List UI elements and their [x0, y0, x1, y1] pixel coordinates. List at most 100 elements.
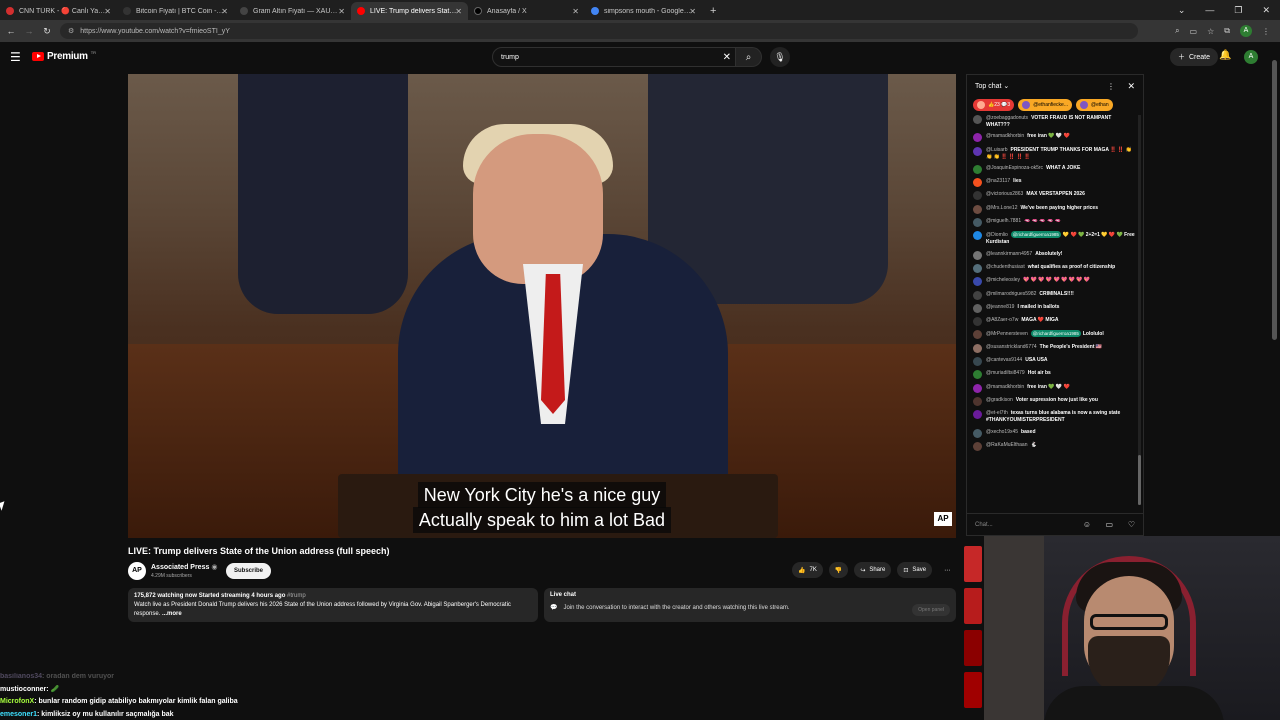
chat-avatar[interactable]: [973, 317, 982, 327]
chat-message[interactable]: @miguelh.7881 🫦 🫦 🫦 🫦 🫦: [973, 218, 1135, 228]
chat-avatar[interactable]: [973, 330, 982, 340]
chat-avatar[interactable]: [973, 357, 982, 367]
chat-message[interactable]: @A8Zaer-o7w MAGA ❤️ MIGA: [973, 317, 1135, 327]
chat-author[interactable]: @Mrs.Lone12: [986, 205, 1017, 211]
chat-author[interactable]: @et-el7th: [986, 410, 1008, 416]
chat-message[interactable]: @mamadkhorbin free iran 💚 🤍 ❤️: [973, 133, 1135, 143]
chat-author[interactable]: @milmarodrigues5982: [986, 291, 1036, 297]
voice-search-button[interactable]: 🎙: [770, 47, 790, 67]
reload-icon[interactable]: ↻: [38, 26, 56, 37]
chat-avatar[interactable]: [973, 383, 982, 393]
chat-message[interactable]: @mamadkhorbin free iran 💚 🤍 ❤️: [973, 383, 1135, 393]
video-thumbnail[interactable]: [964, 630, 982, 666]
video-thumbnail[interactable]: [964, 588, 982, 624]
chat-avatar[interactable]: [973, 133, 982, 143]
chat-message[interactable]: @na23117 lies: [973, 178, 1135, 188]
chat-author[interactable]: @RaKaMuElthaan: [986, 442, 1028, 448]
browser-tab[interactable]: Bitcoin Fiyatı | BTC Coin - Investing✕: [117, 2, 234, 20]
show-more-link[interactable]: ...more: [162, 611, 182, 617]
ticker-item[interactable]: @ethan: [1076, 99, 1113, 111]
chat-scrollbar[interactable]: [1138, 115, 1141, 505]
chat-scroll-thumb[interactable]: [1138, 455, 1141, 505]
zoom-icon[interactable]: ⌕: [1175, 26, 1179, 36]
bookmark-star-icon[interactable]: ☆: [1207, 27, 1214, 36]
channel-name[interactable]: Associated Press ◉: [151, 563, 217, 571]
chat-avatar[interactable]: [973, 303, 982, 313]
page-scrollbar[interactable]: [1272, 60, 1277, 340]
address-bar[interactable]: ⚙ https://www.youtube.com/watch?v=fmieoS…: [60, 23, 1138, 39]
subscribe-button[interactable]: Subscribe: [226, 563, 272, 579]
cast-icon[interactable]: ▭: [1190, 27, 1198, 36]
chat-author[interactable]: @JoaquinEspinoza-ok5rc: [986, 165, 1043, 171]
browser-tab[interactable]: CNN TÜRK - 🔴 Canlı Yayın ✕: [0, 2, 117, 20]
tab-close-icon[interactable]: ✕: [338, 7, 345, 16]
chat-avatar[interactable]: [973, 396, 982, 406]
chat-message[interactable]: @Diomlio @richardfiguerroa1985 💛 ❤️ 💚 2+2=…: [973, 231, 1135, 246]
chat-avatar[interactable]: [973, 218, 982, 228]
emoji-icon[interactable]: ☺: [1083, 520, 1091, 529]
open-panel-button[interactable]: Open panel: [912, 604, 950, 616]
youtube-premium-logo[interactable]: Premium TR: [32, 50, 96, 62]
ticker-item[interactable]: 👍23 💬3: [973, 99, 1015, 111]
account-avatar[interactable]: A: [1244, 50, 1258, 64]
channel-avatar[interactable]: AP: [128, 562, 146, 580]
chat-message[interactable]: @chudenthusiast what qualifies as proof o…: [973, 263, 1135, 273]
chat-author[interactable]: @chudenthusiast: [986, 264, 1025, 270]
ticker-item[interactable]: @ethanfiecke...: [1018, 99, 1073, 111]
video-thumbnail[interactable]: [964, 546, 982, 582]
chat-author[interactable]: @Luisarb: [986, 147, 1007, 153]
chat-author[interactable]: @zoebaggadonuts: [986, 115, 1028, 121]
chat-avatar[interactable]: [973, 263, 982, 273]
chat-avatar[interactable]: [973, 343, 982, 353]
chat-author[interactable]: @leannkirmann4957: [986, 251, 1032, 257]
chat-avatar[interactable]: [973, 428, 982, 438]
chat-message[interactable]: @micheleosley 💖 💖 💖 💖 💖 💖 💖 💖 💖: [973, 277, 1135, 287]
chat-message[interactable]: @MrPennersteven @richardfiguerroa1985 Lolo…: [973, 330, 1135, 340]
chat-avatar[interactable]: [973, 277, 982, 287]
chat-message[interactable]: @milmarodrigues5982 CRIMINALS!!!!: [973, 290, 1135, 300]
chat-avatar[interactable]: [973, 441, 982, 451]
tab-close-icon[interactable]: ✕: [572, 7, 579, 16]
close-window-icon[interactable]: ✕: [1262, 5, 1270, 16]
chat-message[interactable]: @muriadiltsi8479 Hot air bs: [973, 370, 1135, 380]
chat-avatar[interactable]: [973, 250, 982, 260]
chat-message[interactable]: @victorious2863 MAX VERSTAPPEN 2026: [973, 191, 1135, 201]
tab-close-icon[interactable]: ✕: [689, 7, 696, 16]
chat-author[interactable]: @micheleosley: [986, 277, 1020, 283]
maximize-icon[interactable]: ❐: [1234, 5, 1242, 16]
chat-message[interactable]: @et-el7th texas turns blue alabama is now…: [973, 410, 1135, 424]
chat-message[interactable]: @Luisarb PRESIDENT TRUMP THANKS FOR MAGA …: [973, 146, 1135, 161]
chat-message[interactable]: @Mrs.Lone12 We've been paying higher pric…: [973, 204, 1135, 214]
chat-message[interactable]: @gradkison Voter supression how just like…: [973, 396, 1135, 406]
chat-author[interactable]: @susanstrickland6774: [986, 344, 1037, 350]
chat-author[interactable]: @victorious2863: [986, 191, 1023, 197]
chat-input[interactable]: Chat... ☺ ▭ ♡: [967, 513, 1143, 535]
menu-icon[interactable]: ☰: [10, 50, 21, 64]
tab-close-icon[interactable]: ✕: [455, 7, 462, 16]
chat-author[interactable]: @mamadkhorbin: [986, 133, 1024, 139]
chat-author[interactable]: @A8Zaer-o7w: [986, 317, 1018, 323]
share-button[interactable]: ↪ Share: [854, 562, 892, 578]
chat-author[interactable]: @gradkison: [986, 397, 1013, 403]
site-info-icon[interactable]: ⚙: [68, 27, 74, 35]
browser-tab[interactable]: Anasayfa / X ✕: [468, 2, 585, 20]
chat-message[interactable]: @cantevas9144 USA USA: [973, 357, 1135, 367]
chat-author[interactable]: @muriadiltsi8479: [986, 370, 1025, 376]
chat-avatar[interactable]: [973, 410, 982, 420]
video-player[interactable]: New York City he's a nice guy Actually s…: [128, 74, 956, 538]
chat-avatar[interactable]: [973, 290, 982, 300]
browser-tab[interactable]: simpsons mouth - Google Search✕: [585, 2, 702, 20]
chat-message[interactable]: @xecho19x45 based: [973, 428, 1135, 438]
chat-author[interactable]: @xecho19x45: [986, 429, 1018, 435]
tab-close-icon[interactable]: ✕: [104, 7, 111, 16]
create-button[interactable]: ＋ Create: [1170, 48, 1219, 66]
browser-profile-avatar[interactable]: A: [1240, 25, 1252, 37]
chat-author[interactable]: @miguelh.7881: [986, 218, 1021, 224]
minimize-icon[interactable]: —: [1205, 5, 1214, 15]
chat-author[interactable]: @Diomlio: [986, 232, 1008, 238]
browser-tab-active[interactable]: LIVE: Trump delivers State o ✕: [351, 2, 468, 20]
chat-avatar[interactable]: [973, 370, 982, 380]
chat-more-icon[interactable]: ⋮: [1107, 82, 1115, 91]
chat-messages[interactable]: @zoebaggadonuts VOTER FRAUD IS NOT RAMPAN…: [967, 115, 1139, 513]
chat-avatar[interactable]: [973, 115, 982, 124]
